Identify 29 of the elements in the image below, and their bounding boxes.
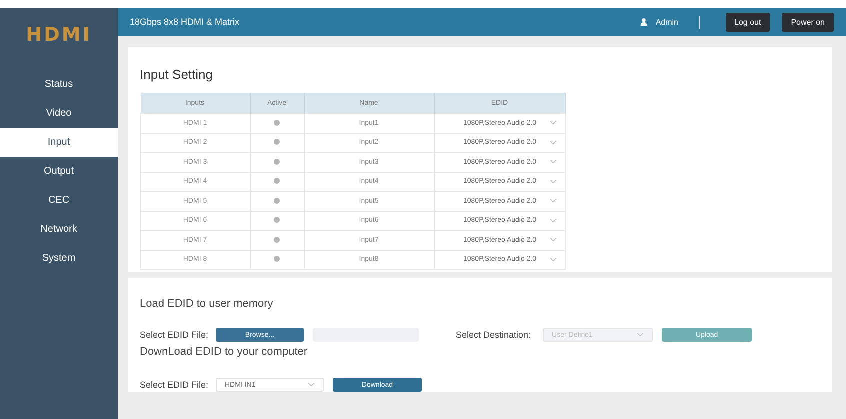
sidebar-item[interactable]: Status	[0, 70, 118, 99]
sidebar-item[interactable]: System	[0, 244, 118, 273]
field-label: Select Destination:	[456, 330, 532, 340]
user-name: Admin	[656, 18, 678, 26]
chevron-icon	[550, 218, 557, 223]
chevron-icon	[637, 333, 644, 337]
sidebar-item[interactable]: Input	[0, 128, 118, 157]
sidebar-item[interactable]: CEC	[0, 186, 118, 215]
section-title: DownLoad EDID to your computer	[140, 345, 309, 358]
chevron-icon	[550, 258, 557, 262]
chevron-icon	[550, 180, 557, 184]
header-title: 18Gbps 8x8 HDMI & Matrix	[130, 17, 240, 27]
chevron-icon	[550, 140, 557, 145]
chevron-icon	[308, 383, 315, 387]
header-button[interactable]: Log out	[726, 12, 770, 32]
section-title: Input Setting	[140, 66, 214, 84]
user-icon	[640, 18, 648, 26]
sidebar-item[interactable]: Output	[0, 157, 118, 186]
section-title: Load EDID to user memory	[140, 297, 274, 310]
chevron-icon	[550, 121, 557, 126]
field-label: Select EDID File:	[140, 330, 210, 340]
sidebar-item[interactable]: Network	[0, 215, 118, 244]
logo: HDMI	[25, 23, 93, 48]
sidebar-item[interactable]: Video	[0, 99, 118, 128]
chevron-icon	[550, 238, 557, 242]
chevron-icon	[550, 160, 557, 164]
chevron-icon	[550, 199, 557, 204]
field-label: Select EDID File:	[140, 380, 210, 390]
header-button[interactable]: Power on	[782, 12, 834, 32]
